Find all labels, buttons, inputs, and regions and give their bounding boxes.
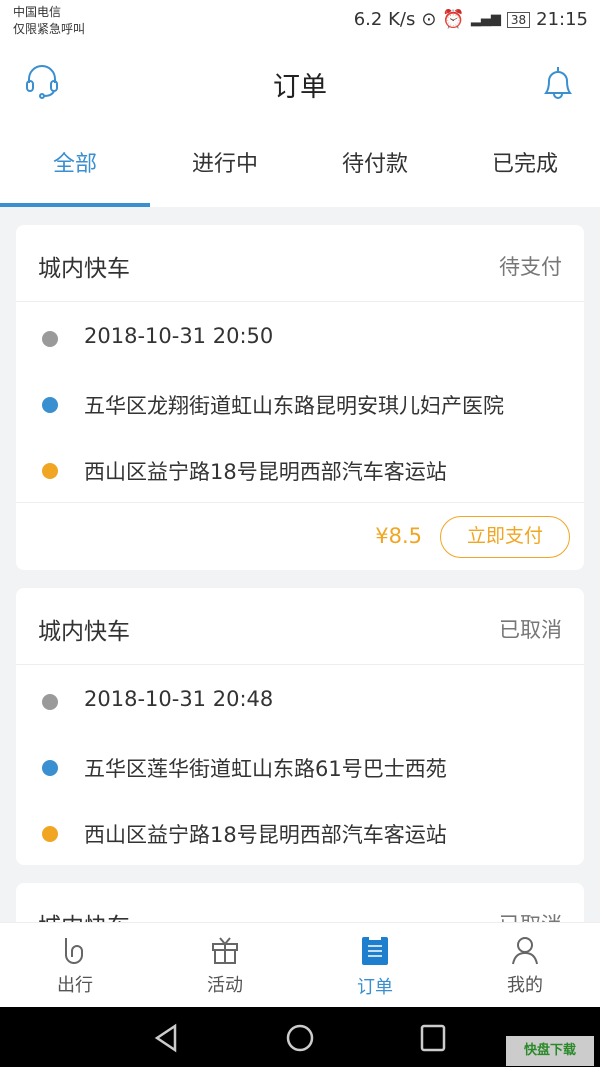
order-icon [362, 935, 388, 965]
status-bar: 中国电信 仅限紧急呼叫 6.2 K/s ⊙ ⏰ ▂▄▆ 38 21:15 [0, 0, 600, 45]
order-origin: 五华区莲华街道虹山东路61号巴士西苑 [84, 757, 447, 781]
order-status: 已取消 [499, 618, 562, 642]
bottom-nav: 出行 活动 订单 我的 [0, 922, 600, 1007]
nav-label: 活动 [207, 975, 243, 996]
nav-activity[interactable]: 活动 [150, 923, 300, 1007]
page-title: 订单 [273, 72, 327, 103]
order-origin: 五华区龙翔街道虹山东路昆明安琪儿妇产医院 [84, 394, 504, 418]
nav-me[interactable]: 我的 [450, 923, 600, 1007]
order-card[interactable]: 城内快车 待支付 2018-10-31 20:50 五华区龙翔街道虹山东路昆明安琪… [16, 225, 584, 570]
battery-icon: 38 [506, 11, 531, 28]
gift-icon [212, 937, 238, 964]
origin-dot-icon [42, 397, 58, 413]
order-card[interactable]: 城内快车 已取消 2018-10-31 20:48 五华区莲华街道虹山东路61号巴… [16, 588, 584, 865]
clock: 21:15 [536, 9, 588, 30]
order-datetime: 2018-10-31 20:48 [84, 687, 274, 711]
header: 订单 [0, 45, 600, 125]
carrier-name: 中国电信 [13, 5, 62, 19]
system-nav-bar: 快盘下载 [0, 1007, 600, 1067]
time-dot-icon [42, 331, 58, 347]
nav-label: 订单 [357, 977, 393, 998]
order-type: 城内快车 [38, 256, 130, 282]
back-icon[interactable] [153, 1023, 179, 1053]
nav-label: 我的 [507, 975, 543, 996]
order-type: 城内快车 [38, 619, 130, 645]
destination-dot-icon [42, 463, 58, 479]
tab-pending-payment[interactable]: 待付款 [300, 125, 450, 207]
nav-orders[interactable]: 订单 [300, 923, 450, 1007]
travel-icon [65, 938, 83, 964]
carrier-note: 仅限紧急呼叫 [13, 22, 86, 36]
pay-now-button[interactable]: 立即支付 [440, 516, 570, 558]
location-icon: ⊙ [421, 9, 437, 30]
order-datetime: 2018-10-31 20:50 [84, 324, 274, 348]
signal-icon: ▂▄▆ [470, 12, 501, 27]
order-price: ¥8.5 [375, 524, 422, 548]
time-dot-icon [42, 694, 58, 710]
tab-completed[interactable]: 已完成 [450, 125, 600, 207]
tab-in-progress[interactable]: 进行中 [150, 125, 300, 207]
tab-all[interactable]: 全部 [0, 125, 150, 207]
alarm-icon: ⏰ [442, 9, 465, 30]
destination-dot-icon [42, 826, 58, 842]
user-icon [512, 937, 538, 965]
carrier-info: 中国电信 仅限紧急呼叫 [13, 4, 85, 38]
home-icon[interactable] [285, 1023, 315, 1053]
network-speed: 6.2 K/s [353, 9, 416, 30]
order-status: 待支付 [499, 255, 562, 279]
order-destination: 西山区益宁路18号昆明西部汽车客运站 [84, 460, 447, 484]
order-destination: 西山区益宁路18号昆明西部汽车客运站 [84, 823, 447, 847]
nav-label: 出行 [57, 975, 93, 996]
order-tabs: 全部 进行中 待付款 已完成 [0, 125, 600, 207]
nav-travel[interactable]: 出行 [0, 923, 150, 1007]
origin-dot-icon [42, 760, 58, 776]
status-right: 6.2 K/s ⊙ ⏰ ▂▄▆ 38 21:15 [354, 9, 588, 30]
bell-icon[interactable] [540, 63, 576, 101]
watermark-logo: 快盘下载 [506, 1036, 594, 1066]
recents-icon[interactable] [420, 1024, 446, 1052]
